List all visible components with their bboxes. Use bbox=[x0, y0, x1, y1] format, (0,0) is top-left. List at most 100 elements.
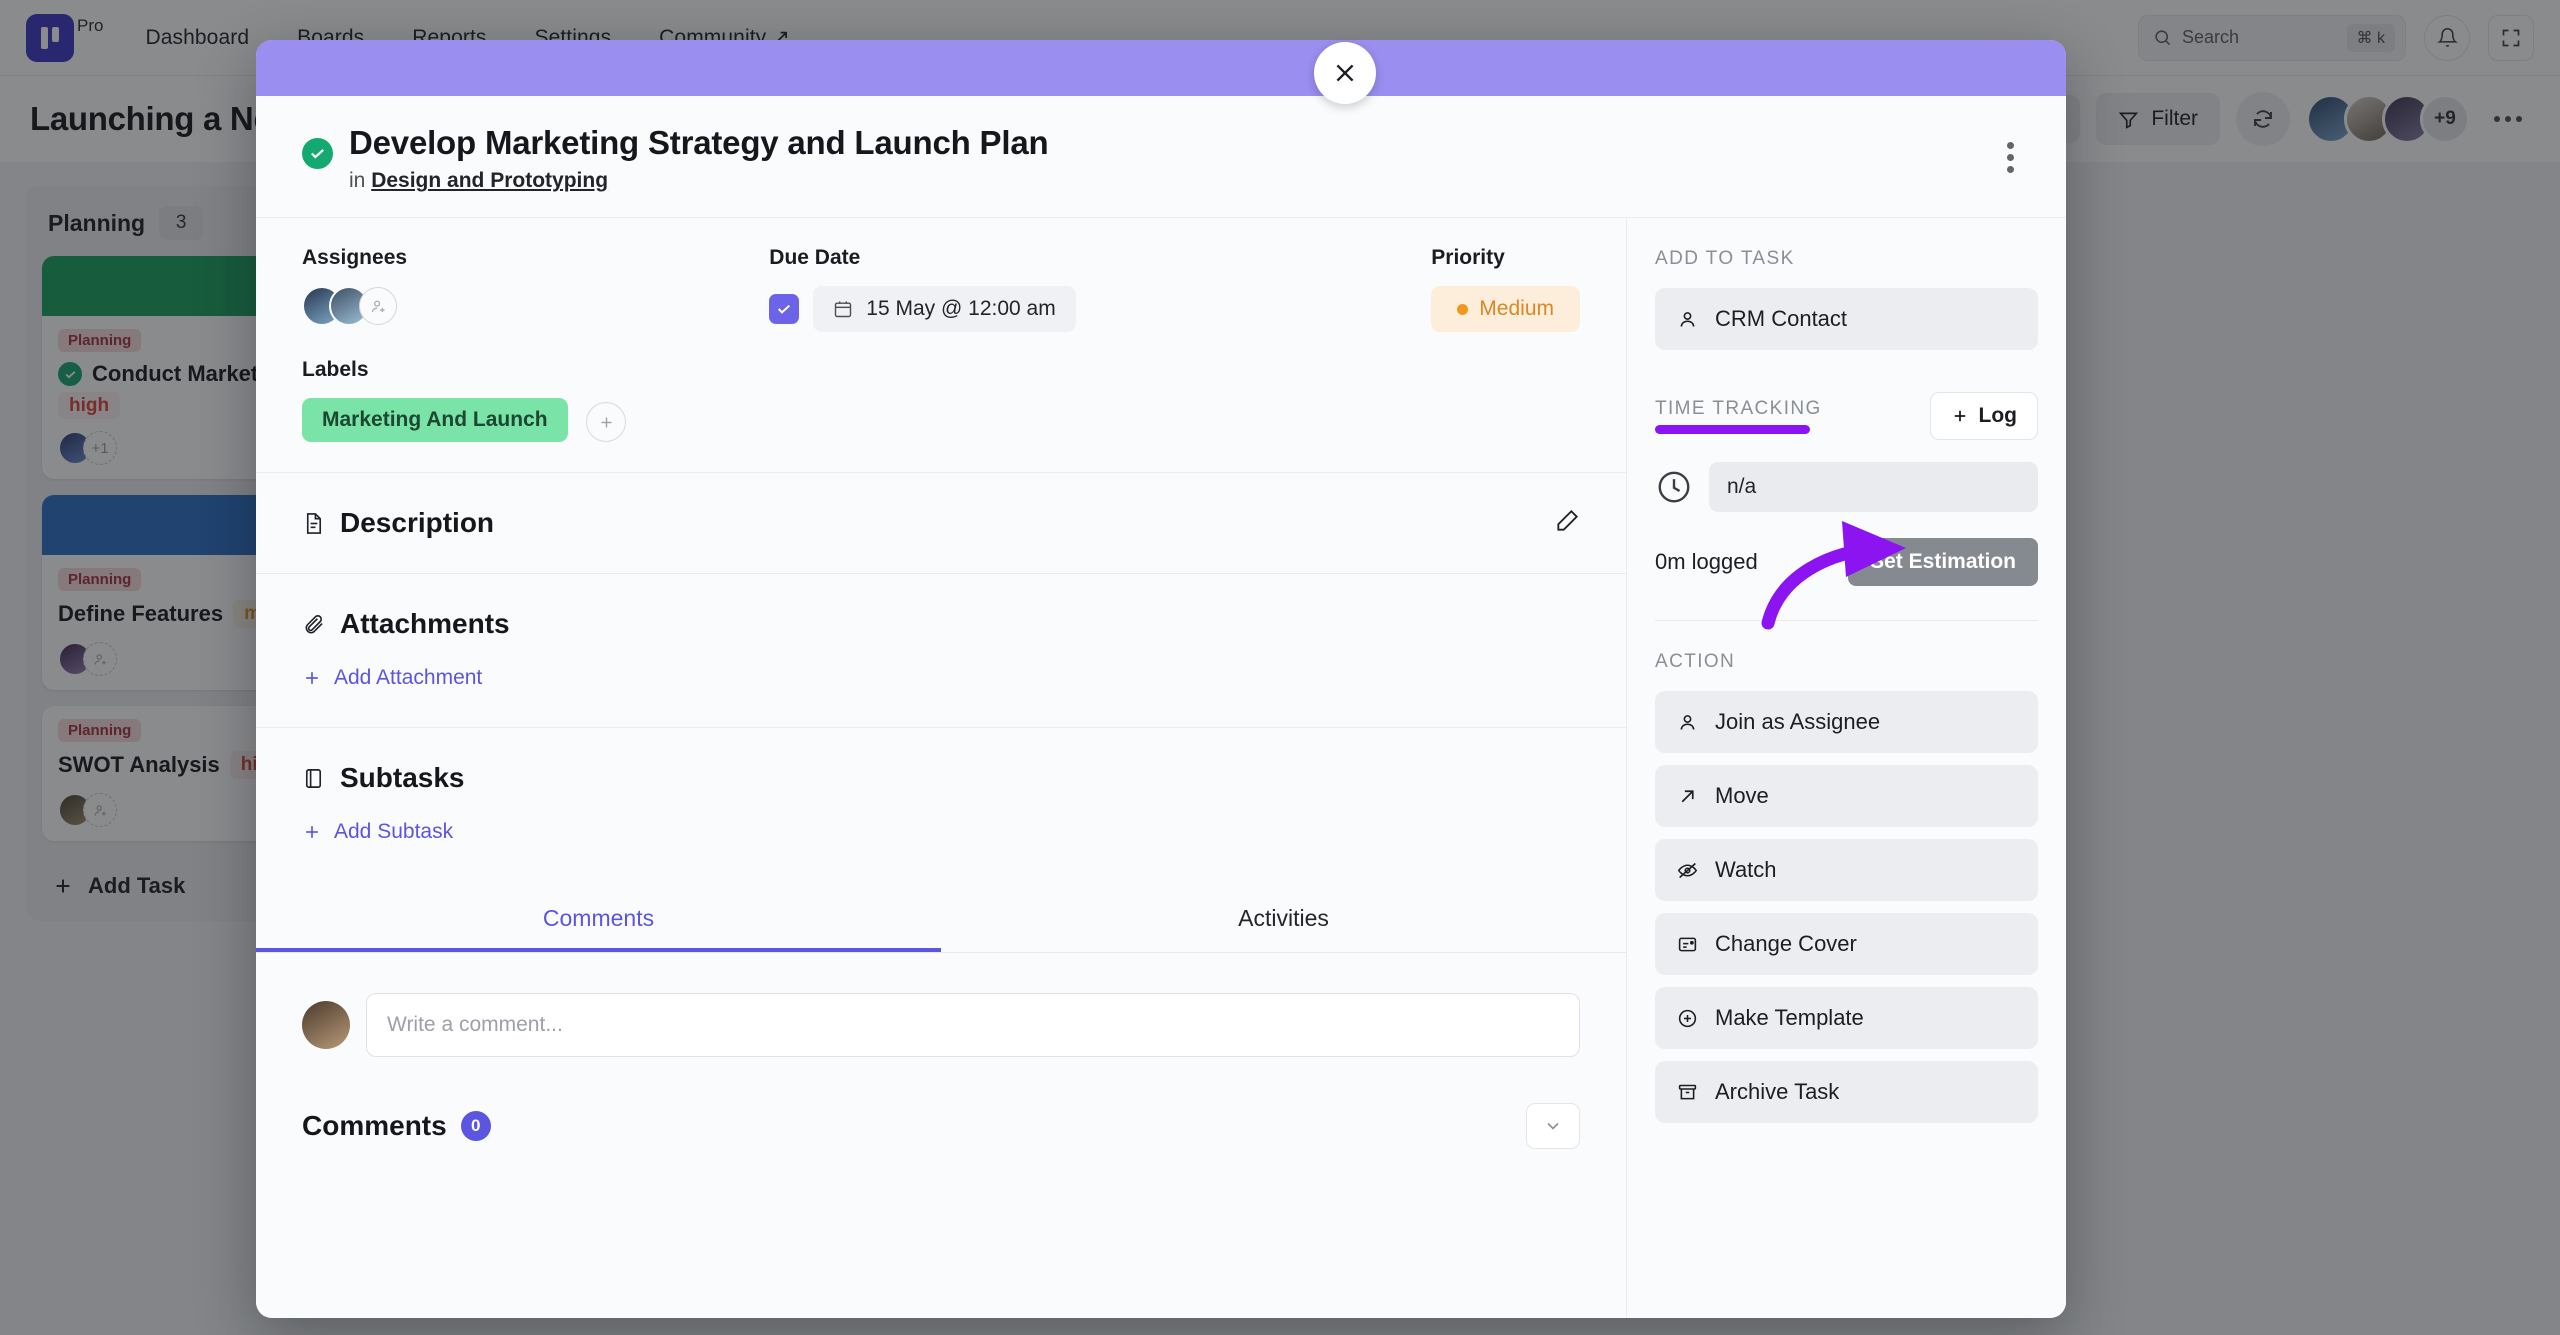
image-icon bbox=[1678, 937, 1697, 952]
plus-icon bbox=[1954, 411, 1965, 422]
sidebar-item-archive-task[interactable]: Archive Task bbox=[1655, 1061, 2038, 1124]
priority-label: Priority bbox=[1431, 246, 1505, 270]
time-tracking-value[interactable]: n/a bbox=[1709, 462, 2038, 513]
comments-heading: Comments bbox=[302, 1110, 447, 1142]
edit-description-button[interactable] bbox=[1554, 508, 1580, 539]
breadcrumb-in-label: in bbox=[349, 169, 366, 193]
add-to-task-label: ADD TO TASK bbox=[1655, 248, 1795, 270]
avatar bbox=[302, 1001, 350, 1050]
label-chip[interactable]: Marketing And Launch bbox=[302, 398, 568, 443]
priority-dot-icon bbox=[1457, 303, 1469, 315]
time-tracking-header: TIME TRACKING Log bbox=[1655, 392, 2038, 441]
tab-comments[interactable]: Comments bbox=[256, 885, 941, 952]
due-date-label: Due Date bbox=[769, 246, 861, 270]
due-date-value-button[interactable]: 15 May @ 12:00 am bbox=[813, 286, 1076, 333]
sidebar-item-label: CRM Contact bbox=[1715, 306, 1848, 332]
time-logged-text: 0m logged bbox=[1655, 549, 1758, 575]
comment-input[interactable]: Write a comment... bbox=[366, 993, 1580, 1058]
comment-placeholder: Write a comment... bbox=[387, 1013, 563, 1037]
close-icon bbox=[1336, 64, 1354, 82]
add-subtask-label: Add Subtask bbox=[334, 820, 454, 844]
subtask-icon bbox=[305, 768, 322, 788]
description-title: Description bbox=[340, 507, 495, 539]
attachments-title: Attachments bbox=[340, 608, 510, 640]
sidebar-item-change-cover[interactable]: Change Cover bbox=[1655, 913, 2038, 976]
comments-count-badge: 0 bbox=[460, 1111, 491, 1142]
labels-field: Labels Marketing And Launch bbox=[256, 332, 1626, 474]
due-date-value: 15 May @ 12:00 am bbox=[866, 297, 1056, 321]
breadcrumb-parent-link[interactable]: Design and Prototyping bbox=[371, 169, 608, 192]
arrow-up-right-icon bbox=[1681, 790, 1694, 803]
clock-icon bbox=[1658, 471, 1690, 503]
task-title: Develop Marketing Strategy and Launch Pl… bbox=[349, 124, 1049, 161]
document-icon bbox=[306, 512, 322, 534]
subtasks-title: Subtasks bbox=[340, 762, 465, 794]
modal-main-column: Assignees Due Date 15 May @ 12:00 am Pri… bbox=[256, 218, 1626, 1318]
task-sidebar: ADD TO TASK CRM Contact TIME TRACKING Lo… bbox=[1626, 218, 2066, 1318]
labels-label: Labels bbox=[302, 358, 369, 382]
log-label: Log bbox=[1978, 404, 2017, 428]
add-assignee-button[interactable] bbox=[359, 287, 397, 326]
sidebar-item-make-template[interactable]: Make Template bbox=[1655, 987, 2038, 1050]
user-icon bbox=[1680, 311, 1695, 327]
task-meta-row: Assignees Due Date 15 May @ 12:00 am Pri… bbox=[256, 218, 1626, 333]
priority-field: Priority Medium bbox=[1431, 246, 1580, 333]
sidebar-item-watch[interactable]: Watch bbox=[1655, 839, 2038, 902]
time-tracking-underline-annotation bbox=[1655, 425, 1810, 435]
tab-activities[interactable]: Activities bbox=[941, 885, 1626, 952]
priority-value: Medium bbox=[1479, 297, 1554, 321]
add-label-button[interactable] bbox=[586, 402, 627, 443]
time-tracking-input-row: n/a bbox=[1655, 462, 2038, 513]
plus-icon bbox=[601, 417, 611, 427]
comment-composer: Write a comment... bbox=[256, 953, 1626, 1058]
sidebar-item-label: Make Template bbox=[1715, 1005, 1864, 1031]
due-date-checkbox[interactable] bbox=[769, 294, 800, 325]
collapse-comments-button[interactable] bbox=[1526, 1103, 1580, 1150]
modal-header: Develop Marketing Strategy and Launch Pl… bbox=[256, 96, 2066, 219]
sidebar-item-join-as-assignee[interactable]: Join as Assignee bbox=[1655, 691, 2038, 754]
sidebar-item-label: Join as Assignee bbox=[1715, 709, 1881, 735]
set-estimation-button[interactable]: Set Estimation bbox=[1848, 538, 2038, 587]
sidebar-item-label: Change Cover bbox=[1715, 931, 1857, 957]
task-more-menu[interactable] bbox=[2001, 122, 2020, 193]
sidebar-item-label: Watch bbox=[1715, 857, 1777, 883]
task-breadcrumb: in Design and Prototyping bbox=[349, 169, 1048, 193]
assignees-label: Assignees bbox=[302, 246, 408, 270]
plus-icon bbox=[306, 826, 318, 839]
add-user-icon bbox=[371, 300, 385, 312]
priority-badge[interactable]: Medium bbox=[1431, 286, 1580, 333]
modal-body: Assignees Due Date 15 May @ 12:00 am Pri… bbox=[256, 218, 2066, 1318]
description-section: Description bbox=[256, 473, 1626, 575]
modal-cover-banner[interactable] bbox=[256, 40, 2066, 96]
comments-list-header: Comments 0 bbox=[256, 1057, 1626, 1150]
sidebar-item-label: Move bbox=[1715, 783, 1769, 809]
subtasks-section: Subtasks Add Subtask bbox=[256, 728, 1626, 881]
sidebar-item-label: Archive Task bbox=[1715, 1079, 1840, 1105]
attachments-section: Attachments Add Attachment bbox=[256, 574, 1626, 729]
pencil-icon bbox=[1557, 509, 1579, 531]
user-icon bbox=[1680, 714, 1695, 730]
time-tracking-footer: 0m logged Set Estimation bbox=[1655, 538, 2038, 587]
time-tracking-value-text: n/a bbox=[1727, 475, 1757, 499]
action-label: ACTION bbox=[1655, 651, 1736, 673]
log-time-button[interactable]: Log bbox=[1929, 392, 2038, 441]
task-status-check-circle-icon[interactable] bbox=[302, 138, 333, 169]
add-subtask-button[interactable]: Add Subtask bbox=[302, 820, 453, 844]
calendar-icon bbox=[835, 301, 852, 318]
time-tracking-label: TIME TRACKING bbox=[1655, 398, 1822, 420]
paperclip-icon bbox=[305, 614, 323, 634]
add-attachment-button[interactable]: Add Attachment bbox=[302, 666, 482, 690]
sidebar-item-crm-contact[interactable]: CRM Contact bbox=[1655, 288, 2038, 351]
archive-icon bbox=[1678, 1084, 1697, 1100]
comments-activities-tabs: Comments Activities bbox=[256, 885, 1626, 954]
close-modal-button[interactable] bbox=[1314, 42, 1376, 104]
chevron-down-icon bbox=[1547, 1123, 1559, 1130]
plus-icon bbox=[306, 672, 318, 685]
add-attachment-label: Add Attachment bbox=[334, 666, 483, 690]
eye-off-icon bbox=[1677, 862, 1698, 878]
sidebar-item-move[interactable]: Move bbox=[1655, 765, 2038, 828]
task-detail-modal: Develop Marketing Strategy and Launch Pl… bbox=[256, 40, 2066, 1318]
due-date-field: Due Date 15 May @ 12:00 am bbox=[769, 246, 1431, 333]
assignees-field: Assignees bbox=[302, 246, 769, 332]
plus-circle-icon bbox=[1678, 1009, 1697, 1027]
